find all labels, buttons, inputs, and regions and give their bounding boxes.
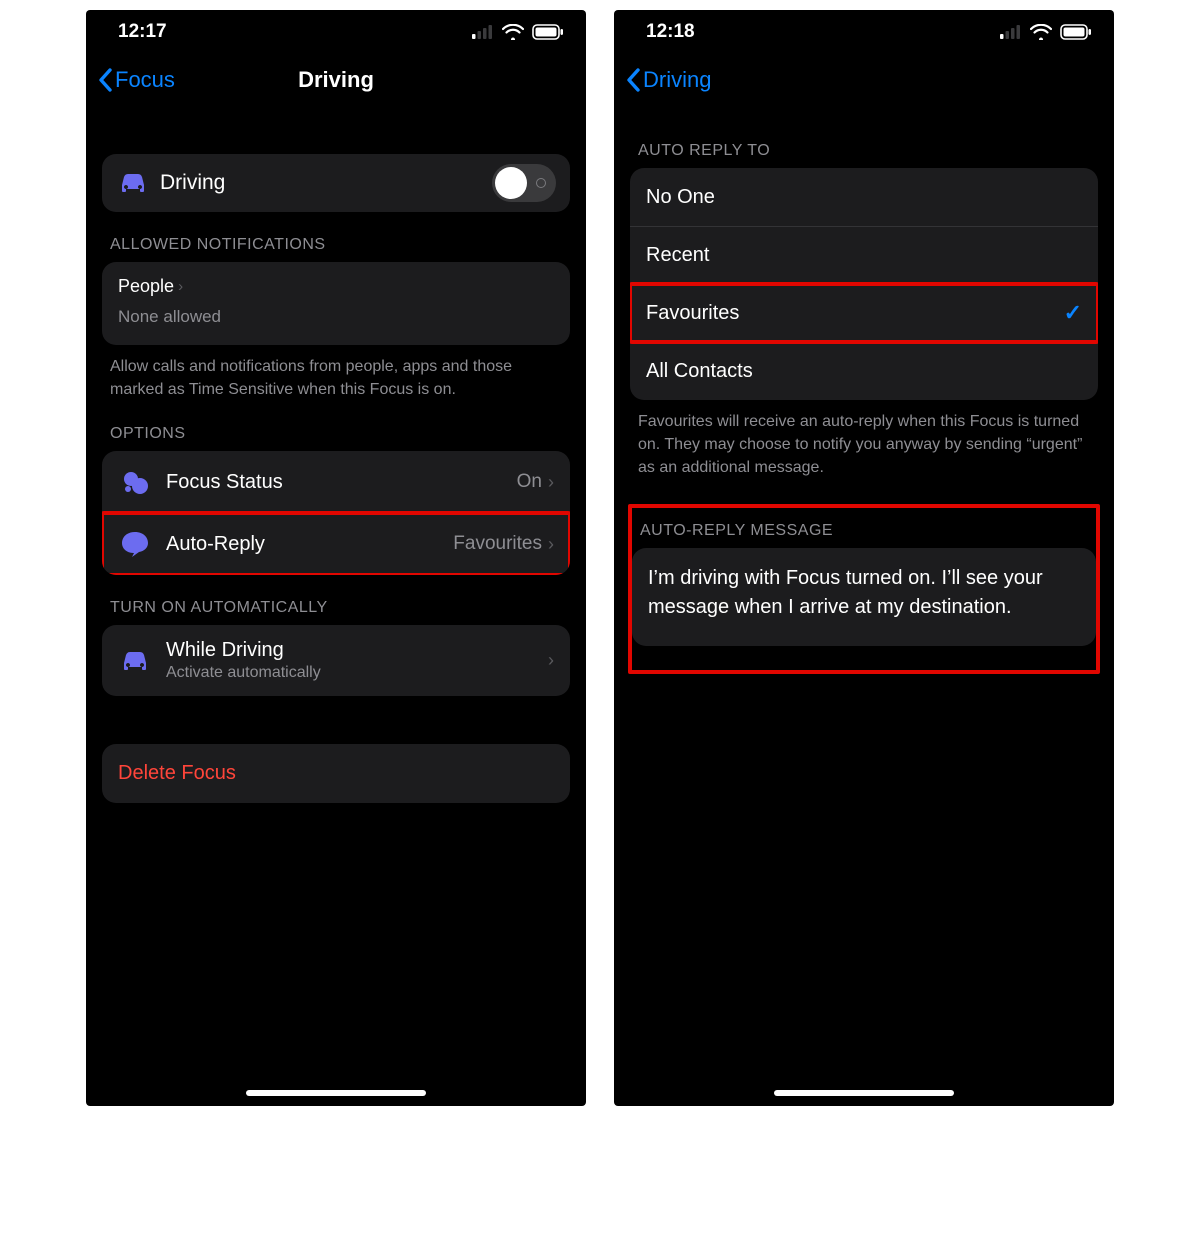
back-label: Focus: [115, 67, 175, 93]
option-label: Recent: [646, 244, 1082, 267]
chevron-left-icon: [98, 68, 113, 92]
status-indicators: [1000, 24, 1092, 40]
car-icon: [116, 166, 150, 200]
chevron-right-icon: ›: [548, 650, 554, 671]
auto-reply-message-highlight: AUTO-REPLY MESSAGE I’m driving with Focu…: [628, 504, 1100, 674]
auto-on-card: While Driving Activate automatically ›: [102, 625, 570, 696]
back-button[interactable]: Driving: [626, 67, 711, 93]
auto-reply-to-card: No One Recent Favourites ✓ All Contacts: [630, 168, 1098, 400]
chevron-right-icon: ›: [178, 279, 183, 294]
home-indicator[interactable]: [774, 1090, 954, 1096]
status-bar: 12:17: [86, 10, 586, 54]
delete-focus-button[interactable]: Delete Focus: [102, 744, 570, 803]
back-button[interactable]: Focus: [98, 67, 175, 93]
back-label: Driving: [643, 67, 711, 93]
phone-driving-settings: 12:17: [86, 10, 586, 1106]
nav-bar: Driving: [614, 54, 1114, 106]
options-card: Focus Status On › Auto-Reply Favourites …: [102, 451, 570, 575]
section-header-options: OPTIONS: [102, 401, 570, 451]
wifi-icon: [502, 24, 524, 40]
focus-toggle-label: Driving: [160, 171, 492, 195]
while-driving-label: While Driving: [166, 639, 548, 662]
option-no-one[interactable]: No One: [630, 168, 1098, 226]
option-all-contacts[interactable]: All Contacts: [630, 342, 1098, 400]
auto-reply-to-footer: Favourites will receive an auto-reply wh…: [630, 400, 1098, 480]
auto-reply-row[interactable]: Auto-Reply Favourites ›: [102, 513, 570, 575]
status-time: 12:18: [636, 21, 695, 43]
chevron-left-icon: [626, 68, 641, 92]
wifi-icon: [1030, 24, 1052, 40]
car-icon: [118, 644, 152, 678]
auto-reply-label: Auto-Reply: [166, 533, 453, 556]
people-card[interactable]: People › None allowed: [102, 262, 570, 345]
option-recent[interactable]: Recent: [630, 226, 1098, 284]
focus-status-value: On: [517, 471, 542, 493]
section-header-auto-on: TURN ON AUTOMATICALLY: [102, 575, 570, 625]
focus-toggle-row[interactable]: Driving: [102, 154, 570, 212]
section-header-auto-reply-to: AUTO REPLY TO: [630, 106, 1098, 168]
battery-icon: [532, 24, 564, 40]
people-sub: None allowed: [118, 307, 554, 327]
auto-reply-message-field[interactable]: I’m driving with Focus turned on. I’ll s…: [632, 548, 1096, 646]
people-label: People: [118, 276, 174, 297]
section-header-allowed: ALLOWED NOTIFICATIONS: [102, 212, 570, 262]
cellular-icon: [472, 25, 494, 39]
option-label: Favourites: [646, 302, 1064, 325]
phone-auto-reply-settings: 12:18: [614, 10, 1114, 1106]
checkmark-icon: ✓: [1064, 300, 1082, 326]
while-driving-row[interactable]: While Driving Activate automatically ›: [102, 625, 570, 696]
option-label: No One: [646, 186, 1082, 209]
status-bar: 12:18: [614, 10, 1114, 54]
auto-reply-value: Favourites: [453, 533, 542, 555]
option-favourites[interactable]: Favourites ✓: [630, 284, 1098, 342]
status-indicators: [472, 24, 564, 40]
status-time: 12:17: [108, 21, 167, 43]
nav-bar: Focus Driving: [86, 54, 586, 106]
focus-status-icon: [118, 465, 152, 499]
cellular-icon: [1000, 25, 1022, 39]
focus-status-row[interactable]: Focus Status On ›: [102, 451, 570, 513]
home-indicator[interactable]: [246, 1090, 426, 1096]
focus-status-label: Focus Status: [166, 471, 517, 494]
focus-toggle-switch[interactable]: [492, 164, 556, 202]
option-label: All Contacts: [646, 360, 1082, 383]
chevron-right-icon: ›: [548, 472, 554, 493]
allowed-footer: Allow calls and notifications from peopl…: [102, 345, 570, 401]
chevron-right-icon: ›: [548, 534, 554, 555]
battery-icon: [1060, 24, 1092, 40]
while-driving-sub: Activate automatically: [166, 664, 548, 682]
section-header-auto-reply-message: AUTO-REPLY MESSAGE: [632, 508, 1096, 548]
chat-bubble-icon: [118, 527, 152, 561]
